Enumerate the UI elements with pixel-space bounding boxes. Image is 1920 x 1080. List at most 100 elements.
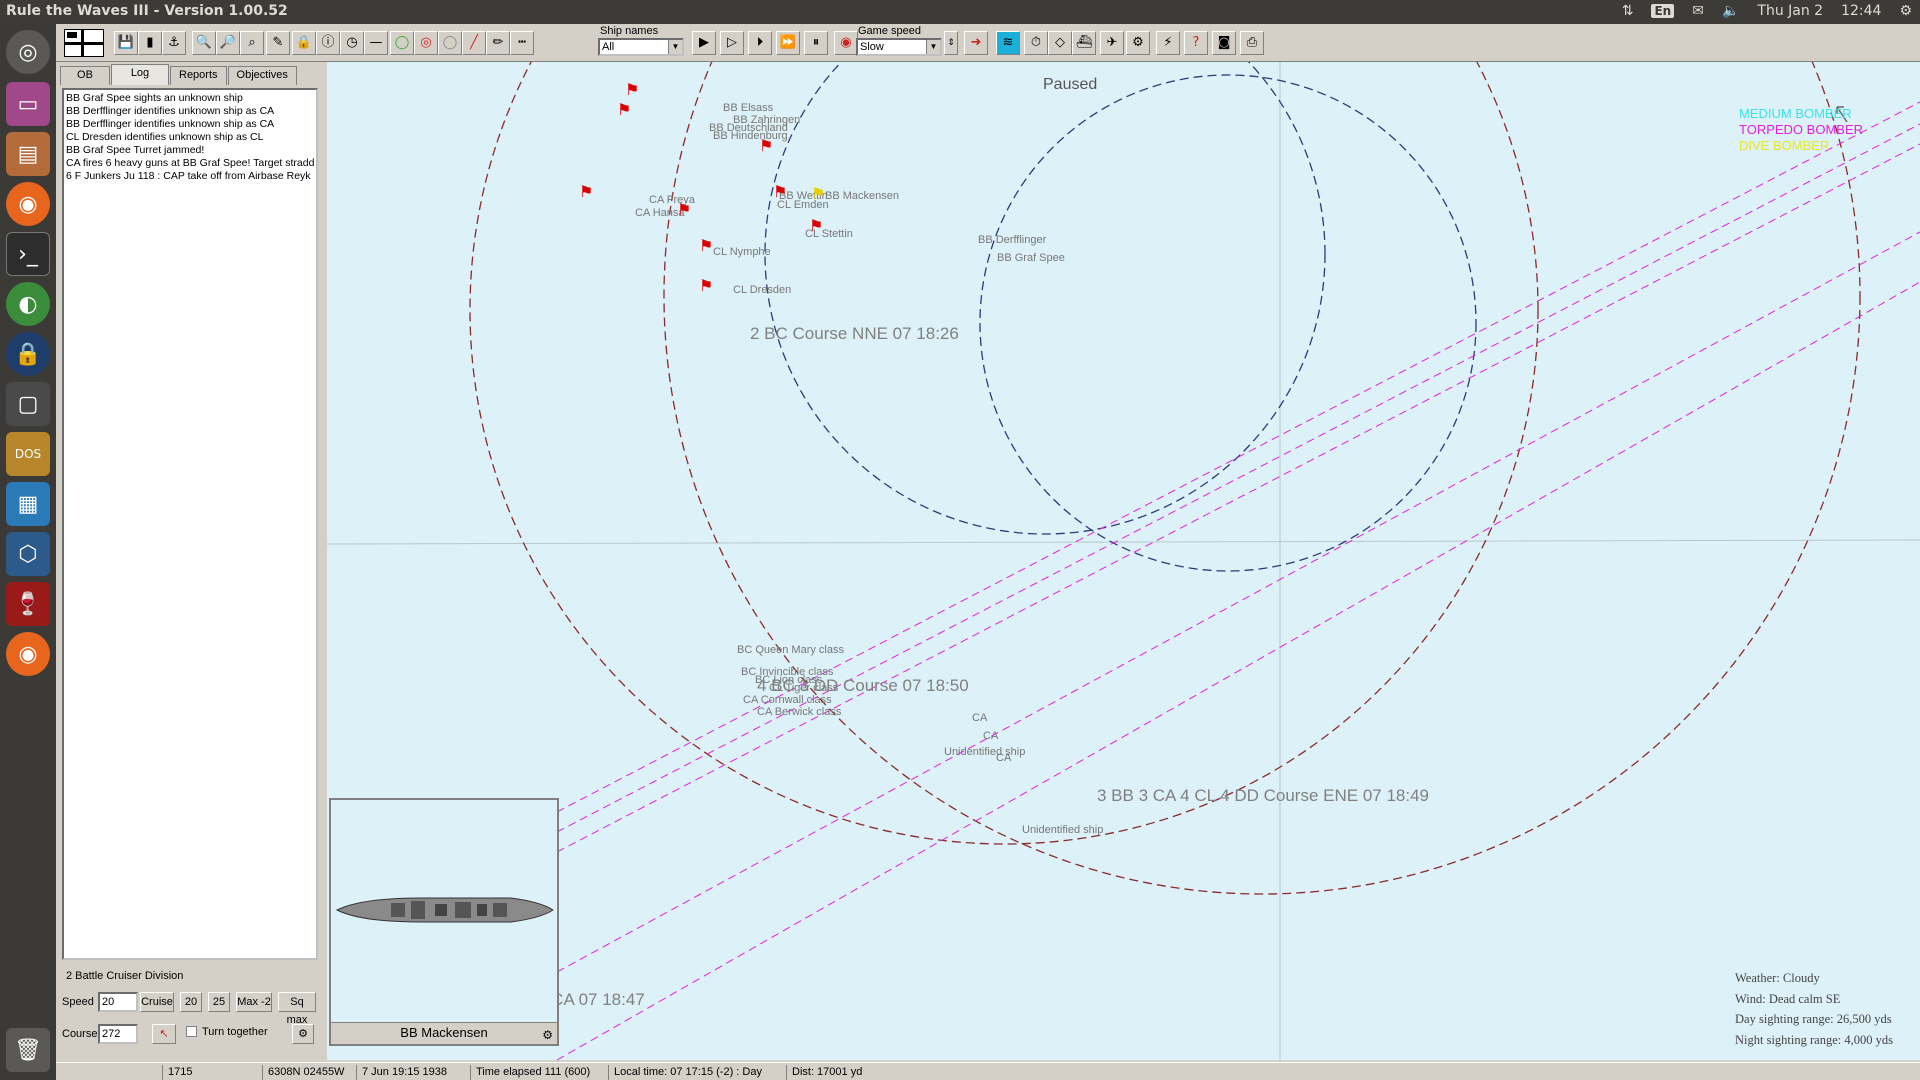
flag-icon[interactable]: ⚑	[699, 238, 713, 254]
ship-label[interactable]: Unidentified ship	[1022, 824, 1103, 836]
lock-toggle-icon[interactable]: 🔒	[292, 31, 316, 55]
target-icon[interactable]: ◉	[834, 31, 858, 55]
squadron-max-button[interactable]: Sq max	[278, 992, 316, 1026]
keyboard-layout[interactable]: En	[1651, 4, 1675, 18]
line-icon[interactable]: —	[364, 31, 388, 55]
ship-label[interactable]: CA	[972, 712, 987, 724]
max-minus-2-button[interactable]: Max -2	[236, 992, 272, 1012]
lightning-icon[interactable]: ⚡	[1156, 31, 1180, 55]
stopwatch-icon[interactable]: ⏱	[1024, 31, 1048, 55]
ship-label[interactable]: BB Hindenburg	[713, 130, 788, 142]
fast-forward-icon[interactable]: ⏩	[776, 31, 800, 55]
flag-icon[interactable]: ⚑	[625, 82, 639, 98]
ship-label[interactable]: CA	[983, 730, 998, 742]
eraser-icon[interactable]: ◇	[1048, 31, 1072, 55]
ship-label[interactable]: BB Graf Spee	[997, 252, 1065, 264]
range-green-icon[interactable]: ◯	[390, 31, 414, 55]
flag-icon[interactable]: ⚑	[579, 184, 593, 200]
speed-25-button[interactable]: 25	[208, 992, 230, 1012]
chrome-icon[interactable]: ◐	[6, 282, 50, 326]
tab-ob[interactable]: OB	[60, 66, 110, 85]
event-log[interactable]: BB Graf Spee sights an unknown ship BB D…	[62, 88, 318, 960]
mail-icon[interactable]: ✉	[1692, 3, 1704, 19]
help-icon[interactable]: ?	[1184, 31, 1208, 55]
cruise-button[interactable]: Cruise	[140, 992, 174, 1012]
files-icon[interactable]: ▭	[6, 82, 50, 126]
flag-icon[interactable]: ⚑	[809, 218, 823, 234]
tab-log[interactable]: Log	[111, 64, 169, 85]
ship-label[interactable]: BB Elsass	[723, 102, 773, 114]
ubuntu-icon[interactable]: ◎	[6, 30, 50, 74]
bearing-line-icon[interactable]: ╱	[462, 31, 486, 55]
terminal-icon[interactable]: ›_	[6, 232, 50, 276]
virtualbox-icon[interactable]: ⬡	[6, 532, 50, 576]
flag-icon[interactable]: ⚑	[699, 278, 713, 294]
archive-icon[interactable]: ▤	[6, 132, 50, 176]
clock-time[interactable]: 12:44	[1841, 3, 1881, 19]
ship-label[interactable]: CL Dresden	[733, 284, 791, 296]
flag-icon[interactable]: ⚑	[759, 138, 773, 154]
printer-icon[interactable]: ⎙	[1240, 31, 1264, 55]
turn-together-checkbox[interactable]	[186, 1026, 197, 1037]
brush-icon[interactable]: ✎	[266, 31, 290, 55]
zoom-in-icon[interactable]: 🔍	[192, 31, 216, 55]
flag-icon[interactable]: ⚑	[773, 184, 787, 200]
trash-icon[interactable]: 🗑	[6, 1028, 50, 1072]
air-settings-icon[interactable]: ⚙	[1126, 31, 1150, 55]
speed-input[interactable]: 20	[98, 992, 138, 1012]
zoom-out-icon[interactable]: 🔎	[216, 31, 240, 55]
ship-label[interactable]: Unidentified ship	[944, 746, 1025, 758]
ship-icon[interactable]: ⛴	[1072, 31, 1096, 55]
selected-flag-icon[interactable]: ⚑	[811, 186, 825, 202]
set-course-arrow-icon[interactable]: ↖	[152, 1024, 176, 1044]
network-icon[interactable]: ⇅	[1622, 3, 1634, 19]
book-icon[interactable]: ▮	[138, 31, 162, 55]
aircraft-icon[interactable]: ✈	[1100, 31, 1124, 55]
ship-label[interactable]: BC Queen Mary class	[737, 644, 844, 656]
clock-date[interactable]: Thu Jan 2	[1757, 3, 1823, 19]
step-back-icon[interactable]: ▶	[692, 31, 716, 55]
range-red-icon[interactable]: ◎	[414, 31, 438, 55]
pause-icon[interactable]: ⏸	[804, 31, 828, 55]
ship-label[interactable]: CA Berwick class	[757, 706, 841, 718]
group-label[interactable]: 3 BB 3 CA 4 CL 4 DD Course ENE 07 18:49	[1097, 786, 1429, 806]
range-grey-icon[interactable]: ◯	[438, 31, 462, 55]
dosbox-icon[interactable]: DOS	[6, 432, 50, 476]
speed-spinner-icon[interactable]: ⇕	[944, 31, 958, 55]
ship-label[interactable]: CL Nymphe	[713, 246, 771, 258]
info-icon[interactable]: ⓘ	[316, 31, 340, 55]
dashes-icon[interactable]: ┅	[510, 31, 534, 55]
gear-icon[interactable]: ⚙	[292, 1024, 314, 1044]
writer-icon[interactable]: ▦	[6, 482, 50, 526]
save-icon[interactable]: 💾	[114, 31, 138, 55]
game-speed-select[interactable]: Slow ▼	[856, 38, 942, 56]
ship-names-select[interactable]: All ▼	[598, 38, 684, 56]
firefox-icon[interactable]: ◉	[6, 632, 50, 676]
settings-gear-icon[interactable]: ⚙	[1899, 3, 1912, 19]
arrow-right-icon[interactable]: ➜	[964, 31, 988, 55]
speed-20-button[interactable]: 20	[180, 992, 202, 1012]
play-icon[interactable]: ▷	[720, 31, 744, 55]
group-label[interactable]: 2 BC Course NNE 07 18:26	[750, 324, 959, 344]
camera-icon[interactable]: ◙	[1212, 31, 1236, 55]
window-icon[interactable]: ▢	[6, 382, 50, 426]
step-icon[interactable]: ⏵	[748, 31, 772, 55]
lock-icon[interactable]: 🔒	[6, 332, 50, 376]
ship-label[interactable]: BB Derfflinger	[978, 234, 1046, 246]
flag-icon[interactable]: ⚑	[617, 102, 631, 118]
gear-icon[interactable]: ⚙	[542, 1025, 553, 1045]
tab-objectives[interactable]: Objectives	[227, 66, 297, 85]
wine-icon[interactable]: 🍷	[6, 582, 50, 626]
ship-label[interactable]: CA	[996, 752, 1011, 764]
tactical-map[interactable]: Paused BB Elsass BB Zahringen BB Deutsch…	[327, 62, 1920, 1060]
group-label[interactable]: 4 BC 3 DD Course 07 18:50	[757, 676, 969, 696]
pencil-icon[interactable]: ✏	[486, 31, 510, 55]
zoom-reset-icon[interactable]: ⌕	[240, 31, 264, 55]
ship-label[interactable]: BB Mackensen	[825, 190, 899, 202]
sea-view-icon[interactable]: ≋	[996, 31, 1020, 55]
clock-icon[interactable]: ◷	[340, 31, 364, 55]
ships-icon[interactable]: ⚓	[162, 31, 186, 55]
firefox-icon[interactable]: ◉	[6, 182, 50, 226]
volume-icon[interactable]: 🔈	[1722, 3, 1739, 19]
course-input[interactable]: 272	[98, 1024, 138, 1044]
